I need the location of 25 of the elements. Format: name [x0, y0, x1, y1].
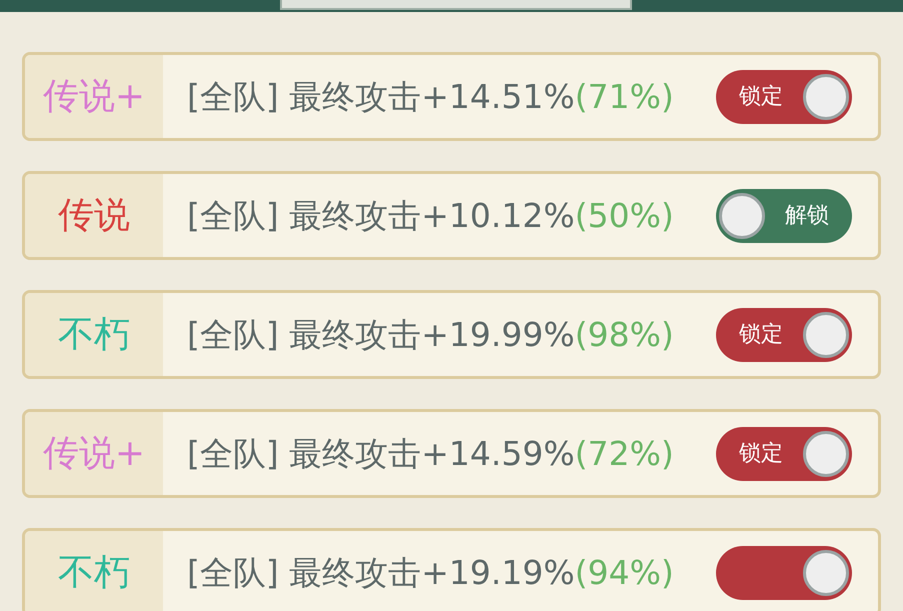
stat-text: [全队] 最终攻击+14.51% [187, 76, 575, 118]
grade-label: 不朽 [25, 293, 163, 376]
grade-label: 不朽 [25, 531, 163, 611]
percent-text: (71%) [574, 76, 674, 118]
stat-text: [全队] 最终攻击+19.99% [187, 314, 575, 356]
lock-toggle[interactable]: 解锁 [716, 188, 852, 242]
lock-toggle[interactable]: 锁定 [716, 308, 852, 362]
toggle-knob-icon [803, 74, 849, 120]
lock-toggle[interactable]: 锁定 [716, 426, 852, 480]
percent-text: (50%) [574, 194, 674, 237]
toggle-knob-icon [803, 312, 849, 358]
toggle-knob-icon [803, 430, 849, 476]
grade-label: 传说+ [25, 412, 163, 495]
grade-label: 传说 [25, 174, 163, 257]
percent-text: (94%) [574, 552, 674, 594]
toggle-knob-icon [719, 192, 765, 238]
grade-label: 传说+ [25, 55, 163, 138]
stat-text: [全队] 最终攻击+19.19% [187, 552, 575, 594]
stat-text: [全队] 最终攻击+14.59% [187, 432, 575, 475]
lock-toggle[interactable]: 锁定 [716, 70, 852, 124]
percent-text: (72%) [574, 432, 674, 475]
lock-toggle[interactable] [716, 546, 852, 600]
stat-text: [全队] 最终攻击+10.12% [187, 194, 575, 237]
percent-text: (98%) [574, 314, 674, 356]
toggle-knob-icon [803, 550, 849, 596]
